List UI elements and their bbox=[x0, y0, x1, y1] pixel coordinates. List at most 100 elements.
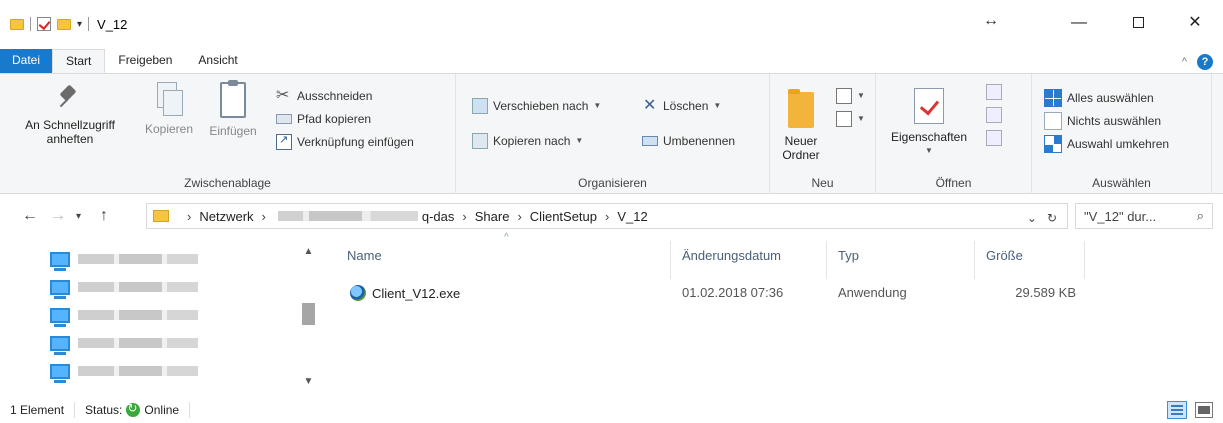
folder-icon[interactable] bbox=[10, 18, 24, 30]
select-all-label: Alles auswählen bbox=[1067, 90, 1154, 105]
breadcrumb-separator[interactable]: › bbox=[187, 209, 191, 224]
breadcrumb-v12[interactable]: V_12 bbox=[617, 209, 647, 224]
maximize-icon bbox=[1132, 17, 1144, 29]
breadcrumb-separator[interactable]: › bbox=[605, 209, 609, 224]
paste-button[interactable]: Einfügen bbox=[202, 80, 264, 138]
tab-datei[interactable]: Datei bbox=[0, 49, 53, 73]
copy-icon bbox=[155, 82, 183, 116]
close-button[interactable]: ✕ bbox=[1172, 8, 1218, 38]
breadcrumb-q-das[interactable]: q-das bbox=[422, 209, 455, 224]
breadcrumb-netzwerk[interactable]: Netzwerk bbox=[199, 209, 253, 224]
breadcrumb-separator[interactable]: › bbox=[517, 209, 521, 224]
network-computer-item[interactable] bbox=[50, 247, 198, 271]
properties-button[interactable]: Eigenschaften ▼ bbox=[884, 88, 974, 158]
new-folder-icon bbox=[788, 89, 814, 128]
breadcrumb-share[interactable]: Share bbox=[475, 209, 510, 224]
tab-start[interactable]: Start bbox=[52, 49, 106, 73]
minimize-button[interactable]: — bbox=[1056, 8, 1102, 38]
redacted-computer-name bbox=[78, 254, 198, 264]
new-group: Neuer Ordner ▼ ▼ Neu bbox=[770, 74, 876, 194]
network-computer-item[interactable] bbox=[50, 303, 198, 327]
cut-button[interactable]: Ausschneiden bbox=[276, 84, 414, 107]
select-all-button[interactable]: Alles auswählen bbox=[1044, 86, 1169, 109]
breadcrumb-redacted-server[interactable] bbox=[277, 211, 418, 221]
navigation-scrollbar[interactable]: ▲ ▼ bbox=[300, 239, 317, 389]
chevron-down-icon: ▼ bbox=[857, 114, 865, 123]
edit-icon[interactable] bbox=[986, 107, 1002, 123]
column-divider[interactable] bbox=[670, 241, 671, 279]
recent-locations-icon[interactable]: ▾ bbox=[76, 211, 81, 222]
pin-quick-access-button[interactable]: An Schnellzugriff anheften bbox=[6, 82, 134, 146]
copy-button[interactable]: Kopieren bbox=[138, 82, 200, 136]
collapse-ribbon-icon[interactable]: ^ bbox=[1182, 56, 1187, 68]
address-bar[interactable]: › Netzwerk › q-das › Share › ClientSetup… bbox=[146, 203, 1068, 229]
move-to-icon bbox=[472, 97, 488, 114]
tab-freigeben[interactable]: Freigeben bbox=[105, 49, 185, 73]
scroll-up-icon[interactable]: ▲ bbox=[300, 243, 317, 260]
select-none-button[interactable]: Nichts auswählen bbox=[1044, 109, 1169, 132]
properties-quick-icon[interactable] bbox=[37, 17, 51, 31]
sort-ascending-icon: ^ bbox=[504, 232, 509, 243]
open-icon[interactable] bbox=[986, 84, 1002, 100]
refresh-icon[interactable]: ↻ bbox=[1047, 211, 1057, 225]
easy-access-button[interactable]: ▼ bbox=[836, 107, 865, 130]
network-computer-item[interactable] bbox=[50, 331, 198, 355]
pin-label-line2: anheften bbox=[46, 132, 94, 146]
new-item-button[interactable]: ▼ bbox=[836, 84, 865, 107]
online-icon bbox=[126, 400, 141, 417]
customize-toolbar-icon[interactable]: ▾ bbox=[77, 19, 82, 30]
new-folder-quick-icon[interactable] bbox=[57, 18, 71, 30]
maximize-button[interactable] bbox=[1115, 8, 1161, 38]
scroll-down-icon[interactable]: ▼ bbox=[300, 373, 317, 390]
invert-selection-button[interactable]: Auswahl umkehren bbox=[1044, 132, 1169, 155]
redacted-computer-name bbox=[78, 310, 198, 320]
back-icon[interactable]: ← bbox=[22, 207, 38, 225]
column-header-size[interactable]: Größe bbox=[986, 248, 1023, 272]
breadcrumb-separator[interactable]: › bbox=[462, 209, 466, 224]
network-computer-item[interactable] bbox=[50, 359, 198, 383]
copy-to-label: Kopieren nach bbox=[493, 133, 571, 148]
select-buttons: Alles auswählen Nichts auswählen Auswahl… bbox=[1044, 86, 1169, 155]
rename-button[interactable]: Umbenennen bbox=[642, 129, 735, 152]
copy-path-button[interactable]: Pfad kopieren bbox=[276, 107, 414, 130]
delete-icon bbox=[642, 95, 658, 115]
move-to-button[interactable]: Verschieben nach ▼ bbox=[472, 94, 601, 117]
copy-to-button[interactable]: Kopieren nach ▼ bbox=[472, 129, 601, 152]
breadcrumb-clientsetup[interactable]: ClientSetup bbox=[530, 209, 597, 224]
column-header-modified[interactable]: Änderungsdatum bbox=[682, 248, 781, 272]
delete-button[interactable]: Löschen ▼ bbox=[642, 94, 735, 117]
large-icons-view-icon[interactable] bbox=[1195, 402, 1213, 418]
breadcrumb-separator[interactable]: › bbox=[262, 209, 266, 224]
new-folder-button[interactable]: Neuer Ordner bbox=[776, 89, 826, 162]
forward-icon[interactable]: → bbox=[50, 207, 66, 225]
new-folder-label-line2: Ordner bbox=[782, 148, 820, 162]
address-dropdown-icon[interactable]: ⌄ bbox=[1027, 211, 1037, 225]
chevron-down-icon: ▼ bbox=[593, 101, 602, 110]
new-small-buttons: ▼ ▼ bbox=[836, 84, 865, 130]
copy-label: Kopieren bbox=[144, 122, 194, 136]
column-divider[interactable] bbox=[974, 241, 975, 279]
help-icon[interactable]: ? bbox=[1197, 54, 1213, 70]
paste-shortcut-button[interactable]: Verknüpfung einfügen bbox=[276, 130, 414, 153]
shortcut-icon bbox=[276, 133, 292, 150]
column-divider[interactable] bbox=[1084, 241, 1085, 279]
clipboard-small-buttons: Ausschneiden Pfad kopieren Verknüpfung e… bbox=[276, 84, 414, 153]
history-icon[interactable] bbox=[986, 130, 1002, 146]
paste-icon bbox=[220, 80, 246, 118]
select-none-label: Nichts auswählen bbox=[1067, 113, 1162, 128]
column-divider[interactable] bbox=[826, 241, 827, 279]
search-input[interactable]: "V_12" dur... ⌕ bbox=[1075, 203, 1213, 229]
details-view-icon[interactable] bbox=[1167, 401, 1187, 419]
up-icon[interactable]: ↑ bbox=[100, 207, 108, 225]
computer-icon bbox=[50, 363, 70, 383]
computer-icon bbox=[50, 251, 70, 271]
column-header-type[interactable]: Typ bbox=[838, 248, 859, 272]
tab-ansicht[interactable]: Ansicht bbox=[185, 49, 250, 73]
network-computer-item[interactable] bbox=[50, 275, 198, 299]
scrollbar-thumb[interactable] bbox=[302, 303, 315, 325]
select-none-icon bbox=[1044, 111, 1062, 130]
search-icon: ⌕ bbox=[1196, 208, 1204, 223]
column-header-name[interactable]: Name bbox=[347, 248, 382, 272]
file-name-cell[interactable]: Client_V12.exe bbox=[350, 285, 460, 307]
clipboard-group: An Schnellzugriff anheften Kopieren Einf… bbox=[0, 74, 456, 194]
